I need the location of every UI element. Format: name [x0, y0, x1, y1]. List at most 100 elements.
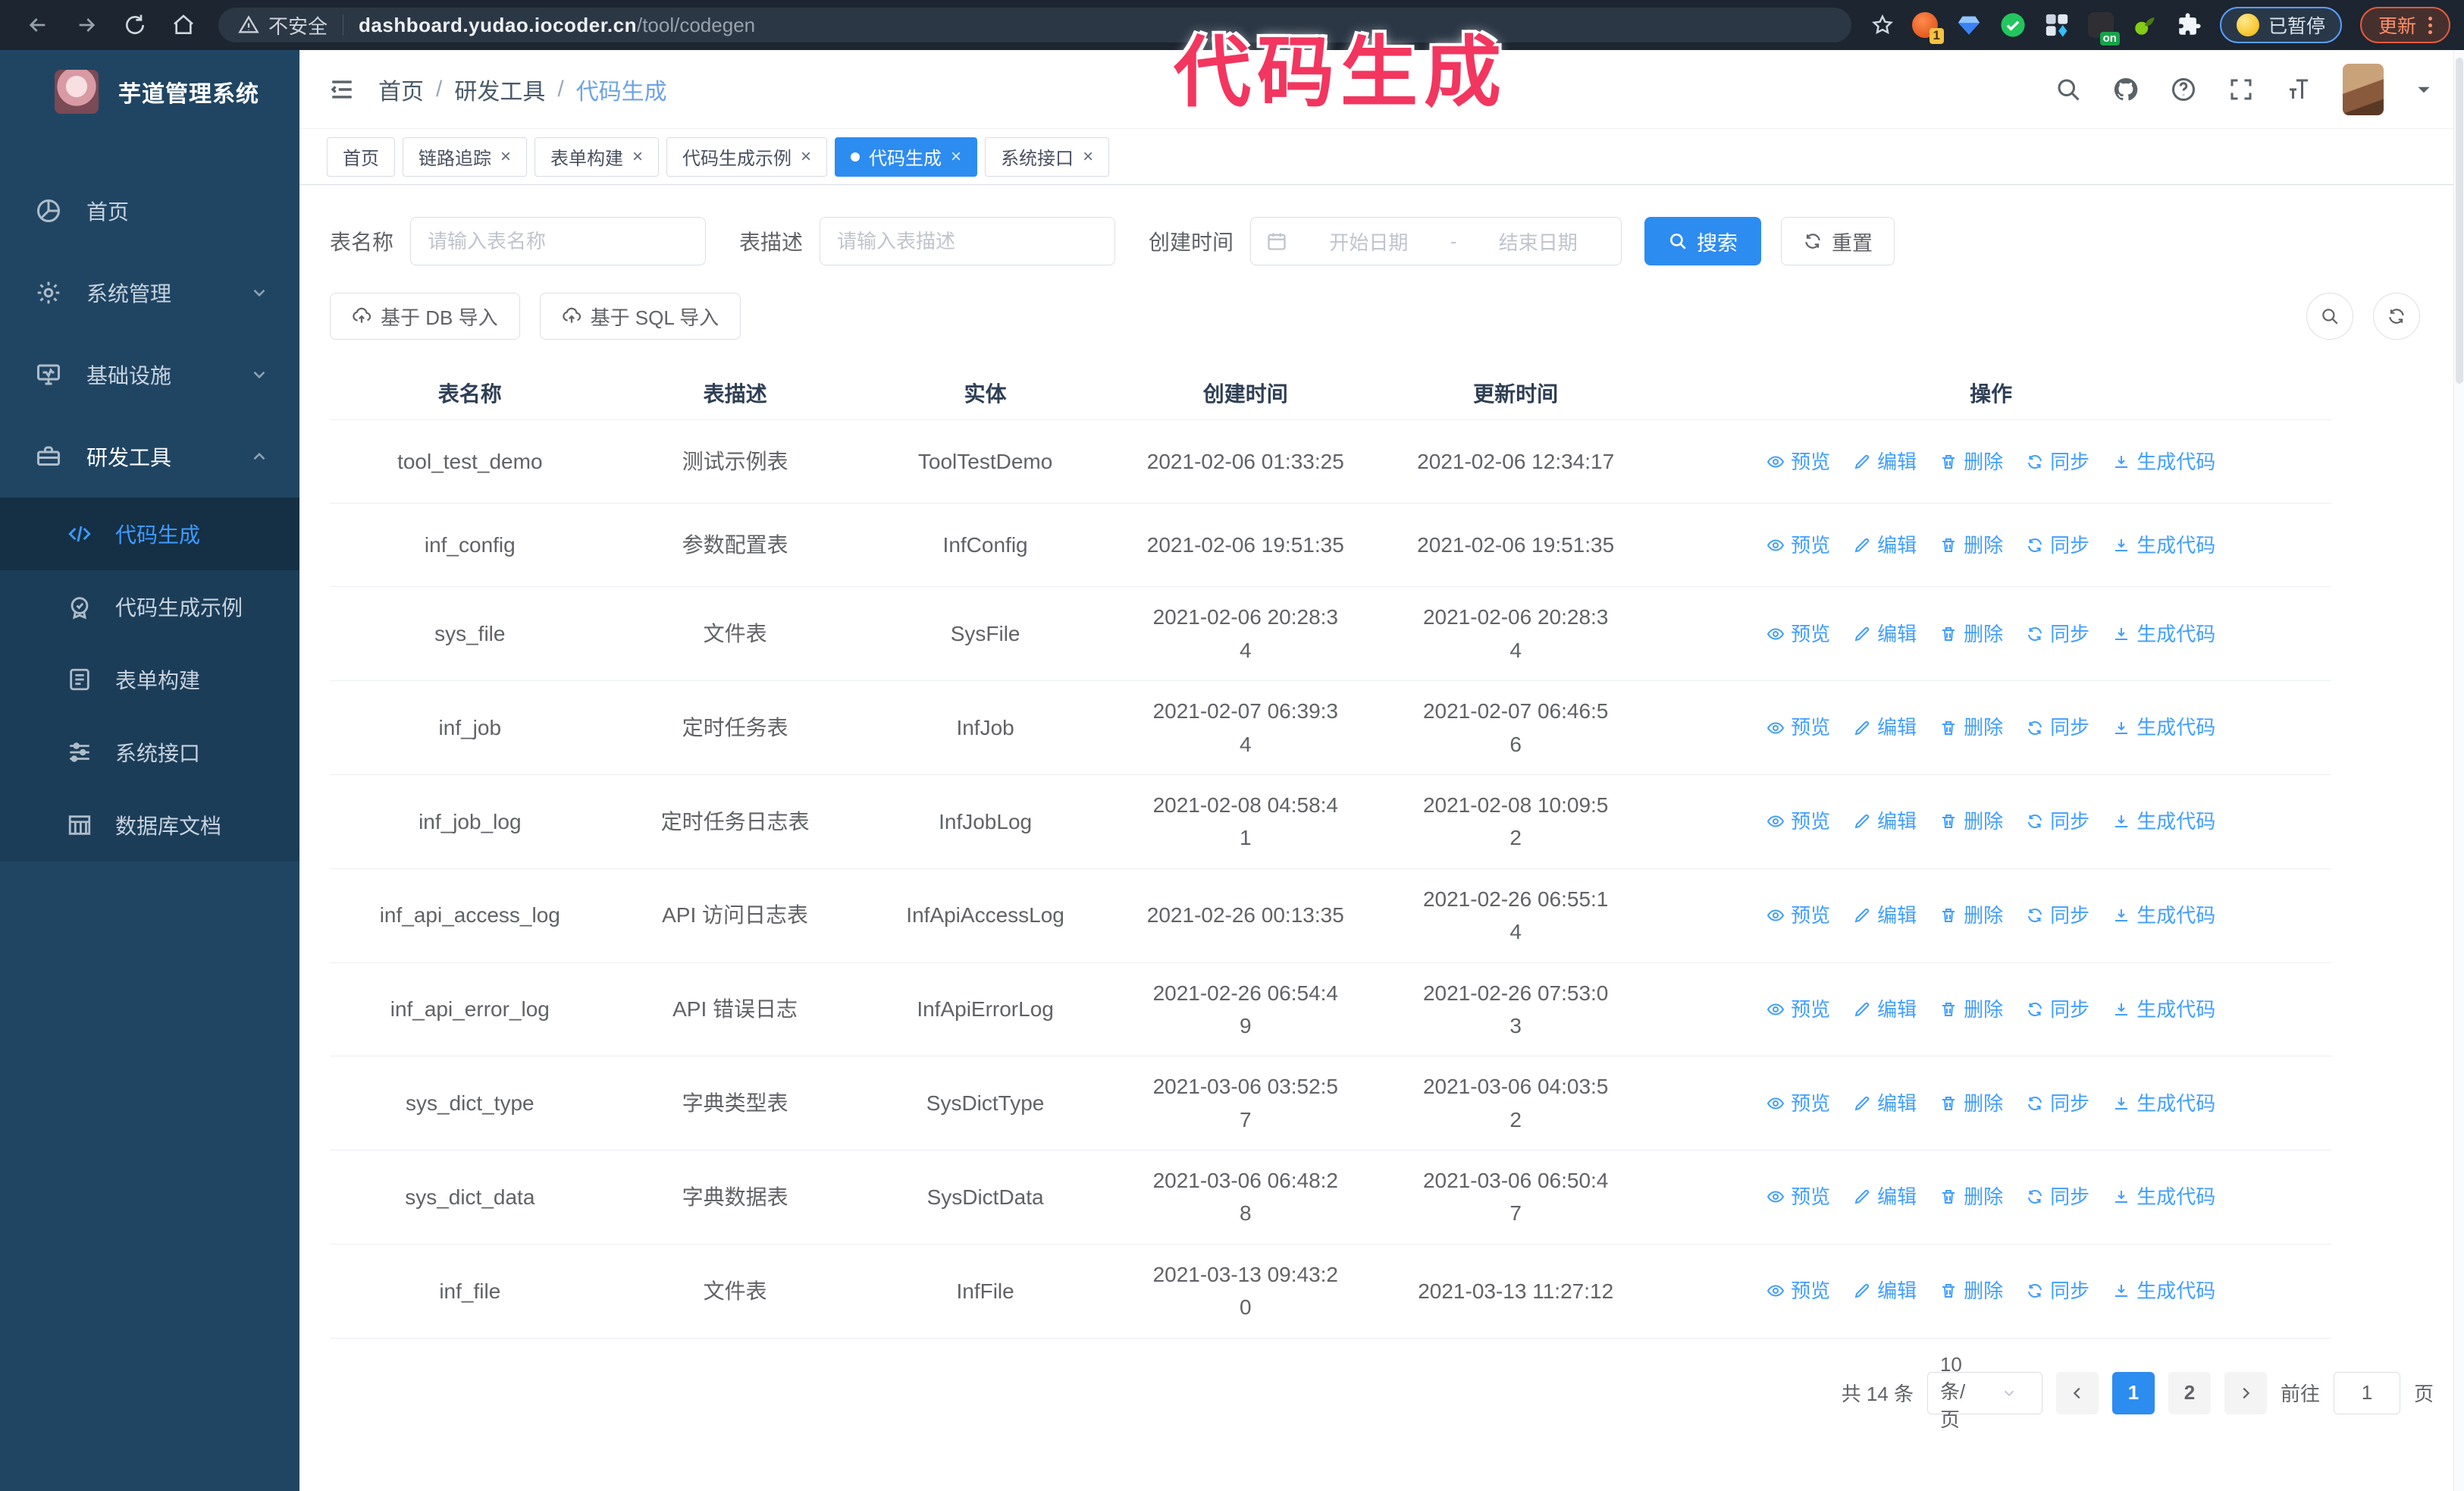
menu-dots-icon[interactable]: [2428, 16, 2432, 34]
close-tab-icon[interactable]: ×: [632, 147, 643, 166]
user-avatar[interactable]: [2343, 63, 2384, 115]
goto-page-input[interactable]: 1: [2333, 1371, 2400, 1414]
extension-grid-icon[interactable]: [2044, 12, 2070, 38]
extension-puzzle-icon[interactable]: [2176, 12, 2202, 38]
sync-link[interactable]: 同步: [2026, 1182, 2089, 1212]
reload-icon[interactable]: [111, 8, 159, 42]
delete-link[interactable]: 删除: [1939, 806, 2003, 837]
sync-link[interactable]: 同步: [2026, 994, 2089, 1025]
sync-link[interactable]: 同步: [2026, 447, 2089, 477]
generate-code-link[interactable]: 生成代码: [2112, 712, 2215, 742]
preview-link[interactable]: 预览: [1766, 712, 1830, 742]
bookmark-star-icon[interactable]: [1871, 14, 1894, 36]
sync-link[interactable]: 同步: [2026, 530, 2089, 560]
delete-link[interactable]: 删除: [1939, 530, 2003, 560]
sidebar-subitem-1[interactable]: 代码生成示例: [0, 570, 299, 643]
extension-orange-icon[interactable]: 1: [1911, 12, 1944, 44]
home-icon[interactable]: [159, 8, 208, 42]
preview-link[interactable]: 预览: [1766, 1276, 1830, 1306]
edit-link[interactable]: 编辑: [1853, 1276, 1917, 1306]
font-size-icon[interactable]: [2285, 76, 2312, 103]
delete-link[interactable]: 删除: [1939, 1276, 2003, 1306]
generate-code-link[interactable]: 生成代码: [2112, 900, 2215, 931]
generate-code-link[interactable]: 生成代码: [2112, 447, 2215, 477]
generate-code-link[interactable]: 生成代码: [2112, 1276, 2215, 1306]
forward-icon[interactable]: [62, 8, 111, 42]
tab-5[interactable]: 系统接口 ×: [985, 137, 1110, 177]
browser-update-button[interactable]: 更新: [2359, 7, 2450, 43]
edit-link[interactable]: 编辑: [1853, 619, 1917, 649]
table-name-input[interactable]: [410, 217, 707, 265]
delete-link[interactable]: 删除: [1939, 1088, 2003, 1119]
sidebar-subitem-0[interactable]: 代码生成: [0, 498, 299, 570]
delete-link[interactable]: 删除: [1939, 619, 2003, 649]
sync-link[interactable]: 同步: [2026, 806, 2089, 837]
tab-0[interactable]: 首页: [327, 137, 395, 177]
reset-button[interactable]: 重置: [1781, 217, 1895, 265]
breadcrumb-parent[interactable]: 研发工具: [454, 73, 545, 106]
edit-link[interactable]: 编辑: [1853, 1088, 1917, 1119]
sync-link[interactable]: 同步: [2026, 619, 2089, 649]
next-page-button[interactable]: [2224, 1371, 2267, 1414]
prev-page-button[interactable]: [2055, 1371, 2099, 1414]
github-icon[interactable]: [2112, 76, 2140, 103]
sidebar-subitem-4[interactable]: 数据库文档: [0, 789, 299, 862]
close-tab-icon[interactable]: ×: [801, 147, 811, 166]
preview-link[interactable]: 预览: [1766, 806, 1830, 837]
tab-1[interactable]: 链路追踪 ×: [403, 137, 528, 177]
tab-4[interactable]: 代码生成 ×: [835, 137, 978, 177]
page-size-select[interactable]: 10条/页: [1926, 1353, 2042, 1431]
edit-link[interactable]: 编辑: [1853, 530, 1917, 560]
edit-link[interactable]: 编辑: [1853, 806, 1917, 837]
help-icon[interactable]: [2170, 76, 2197, 103]
breadcrumb-home[interactable]: 首页: [378, 73, 424, 106]
refresh-table-button[interactable]: [2373, 293, 2420, 340]
page-button-1[interactable]: 1: [2111, 1371, 2155, 1414]
delete-link[interactable]: 删除: [1939, 1182, 2003, 1212]
delete-link[interactable]: 删除: [1939, 994, 2003, 1025]
sidebar-item-1[interactable]: 系统管理: [0, 252, 299, 334]
generate-code-link[interactable]: 生成代码: [2112, 994, 2215, 1025]
edit-link[interactable]: 编辑: [1853, 994, 1917, 1025]
generate-code-link[interactable]: 生成代码: [2112, 530, 2215, 560]
preview-link[interactable]: 预览: [1766, 1088, 1830, 1119]
preview-link[interactable]: 预览: [1766, 619, 1830, 649]
sidebar-item-0[interactable]: 首页: [0, 170, 299, 252]
date-range-picker[interactable]: 开始日期 - 结束日期: [1250, 217, 1622, 265]
sync-link[interactable]: 同步: [2026, 1276, 2089, 1306]
preview-link[interactable]: 预览: [1766, 994, 1830, 1025]
extension-diamond-icon[interactable]: [1956, 12, 1982, 38]
close-tab-icon[interactable]: ×: [951, 147, 961, 166]
search-icon[interactable]: [2055, 76, 2082, 103]
sidebar-item-3[interactable]: 研发工具: [0, 416, 299, 498]
close-tab-icon[interactable]: ×: [1083, 147, 1093, 166]
import-sql-button[interactable]: 基于 SQL 导入: [539, 293, 741, 340]
address-bar[interactable]: 不安全 dashboard.yudao.iocoder.cn /tool/cod…: [218, 8, 1851, 42]
back-icon[interactable]: [14, 8, 62, 42]
toggle-search-button[interactable]: [2306, 293, 2353, 340]
preview-link[interactable]: 预览: [1766, 900, 1830, 931]
sidebar-subitem-2[interactable]: 表单构建: [0, 643, 299, 716]
preview-link[interactable]: 预览: [1766, 1182, 1830, 1212]
preview-link[interactable]: 预览: [1766, 530, 1830, 560]
delete-link[interactable]: 删除: [1939, 712, 2003, 742]
tab-3[interactable]: 代码生成示例 ×: [666, 137, 828, 177]
generate-code-link[interactable]: 生成代码: [2112, 806, 2215, 837]
extension-dark-icon[interactable]: on: [2087, 12, 2120, 46]
menu-fold-icon[interactable]: [327, 77, 357, 102]
profile-paused-badge[interactable]: 已暂停: [2219, 7, 2342, 43]
page-button-2[interactable]: 2: [2168, 1371, 2211, 1414]
table-desc-input[interactable]: [820, 217, 1116, 265]
sync-link[interactable]: 同步: [2026, 900, 2089, 931]
generate-code-link[interactable]: 生成代码: [2112, 619, 2215, 649]
sidebar-subitem-3[interactable]: 系统接口: [0, 716, 299, 789]
generate-code-link[interactable]: 生成代码: [2112, 1182, 2215, 1212]
preview-link[interactable]: 预览: [1766, 447, 1830, 477]
caret-down-icon[interactable]: [2414, 80, 2434, 99]
extension-green-icon[interactable]: [2132, 12, 2158, 38]
edit-link[interactable]: 编辑: [1853, 900, 1917, 931]
edit-link[interactable]: 编辑: [1853, 447, 1917, 477]
delete-link[interactable]: 删除: [1939, 447, 2003, 477]
generate-code-link[interactable]: 生成代码: [2112, 1088, 2215, 1119]
extension-check-icon[interactable]: [2000, 12, 2026, 38]
